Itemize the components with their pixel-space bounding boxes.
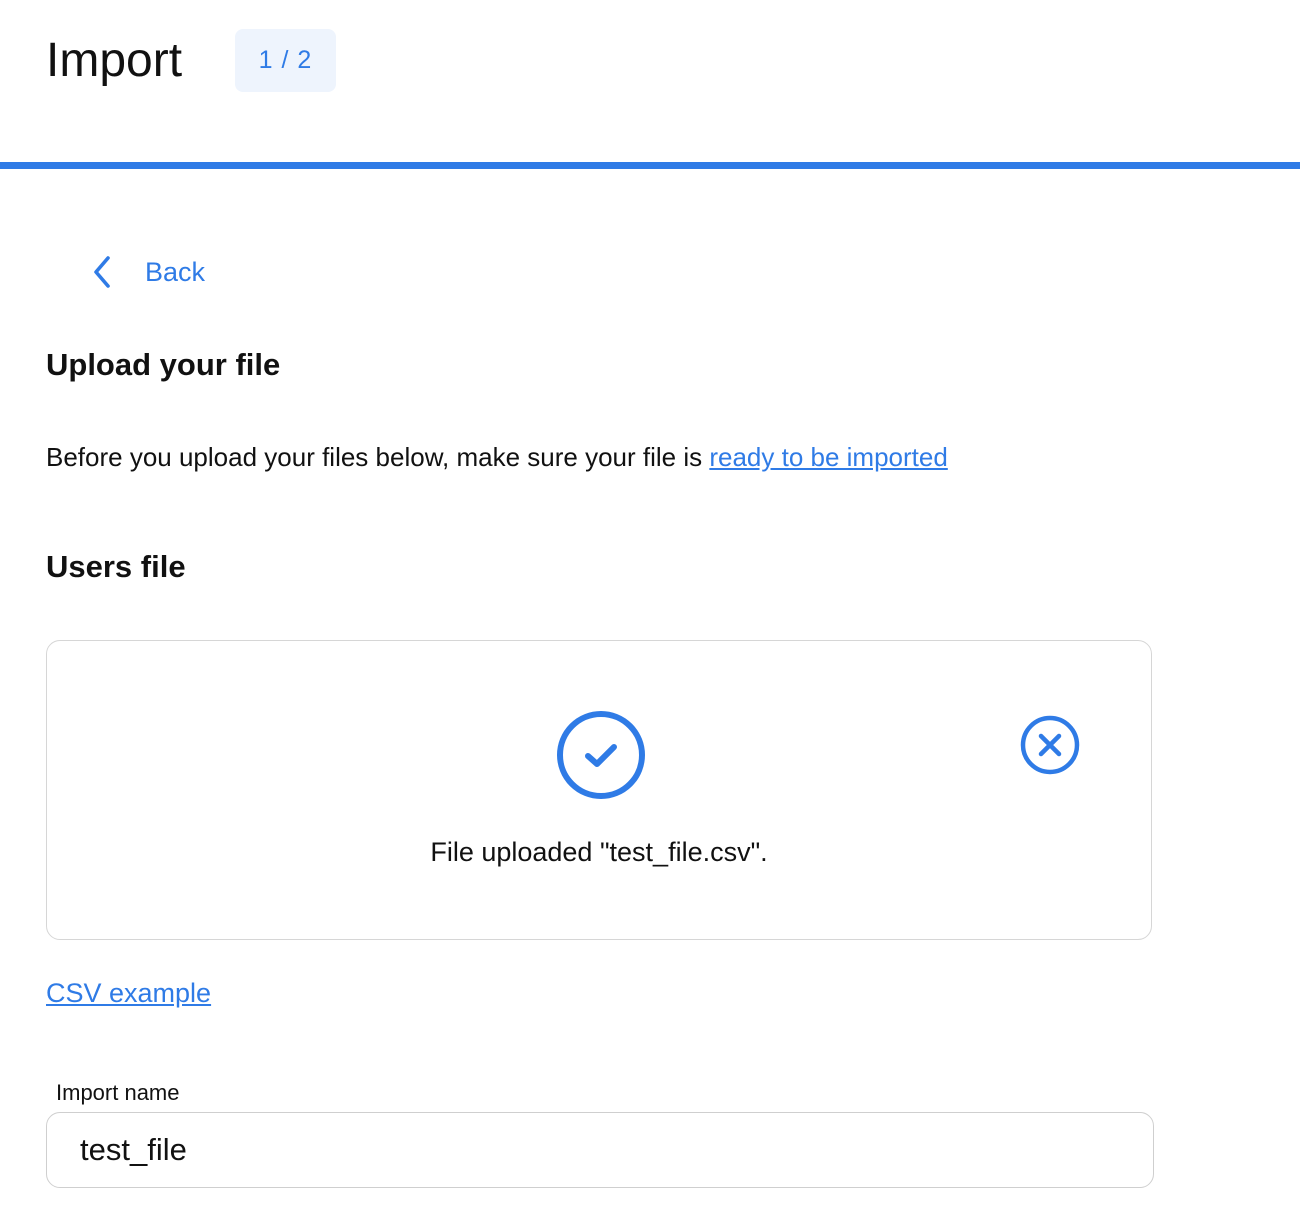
upload-status-text: File uploaded "test_file.csv". — [430, 837, 768, 867]
ready-to-import-link[interactable]: ready to be imported — [709, 442, 947, 472]
step-badge: 1 / 2 — [235, 29, 336, 92]
chevron-left-icon — [88, 250, 116, 294]
page-title: Import — [46, 34, 183, 87]
check-circle-icon — [555, 709, 647, 801]
upload-section-title: Upload your file — [46, 347, 281, 382]
back-label: Back — [145, 256, 206, 287]
file-dropzone[interactable]: File uploaded "test_file.csv". — [46, 640, 1152, 940]
upload-intro-text: Before you upload your files below, make… — [46, 442, 710, 472]
page-header: Import 1 / 2 — [0, 0, 1300, 162]
import-name-input[interactable] — [46, 1112, 1154, 1188]
csv-example-link[interactable]: CSV example — [46, 978, 211, 1009]
progress-bar — [0, 162, 1300, 169]
upload-intro: Before you upload your files below, make… — [46, 442, 948, 473]
import-name-label: Import name — [56, 1080, 180, 1105]
users-file-title: Users file — [46, 549, 186, 584]
back-button[interactable]: Back — [88, 250, 205, 294]
close-circle-icon[interactable] — [1019, 714, 1081, 776]
